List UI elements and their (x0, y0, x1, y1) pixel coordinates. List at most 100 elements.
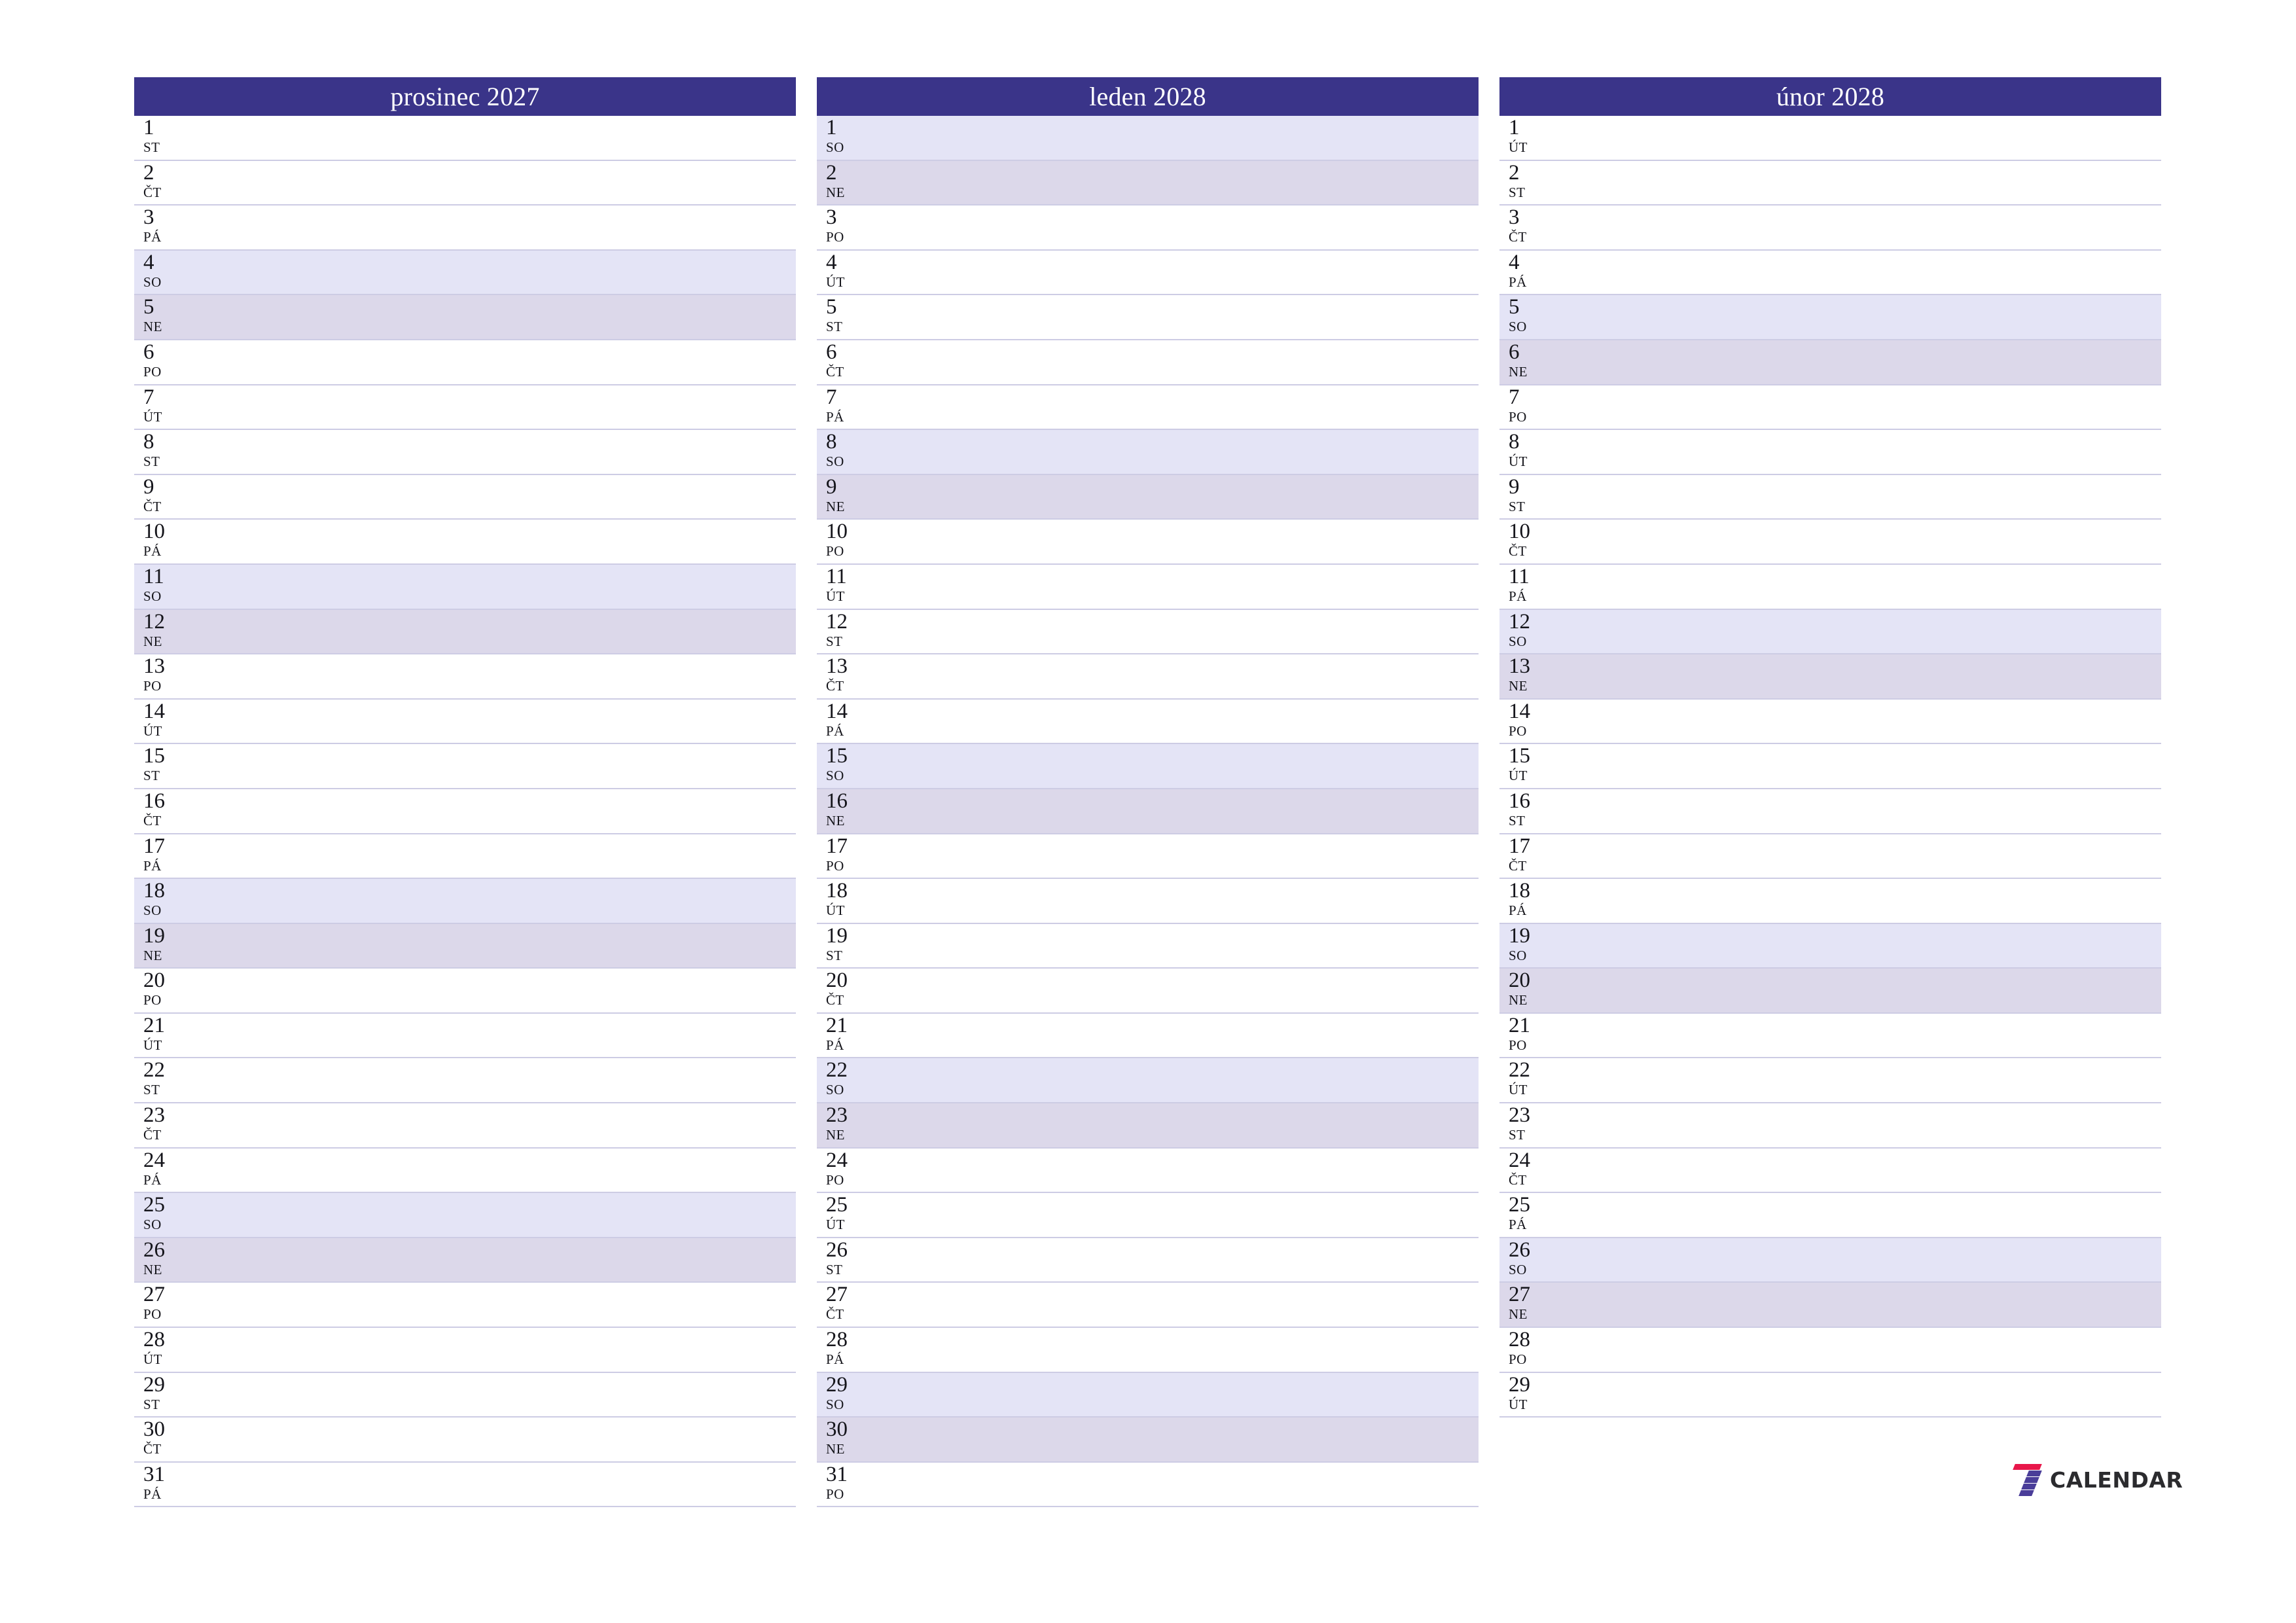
day-row[interactable]: 19 SO (1499, 923, 2161, 969)
day-number: 6 (826, 340, 837, 364)
day-row[interactable]: 16 ST (1499, 789, 2161, 834)
day-row[interactable]: 5 SO (1499, 295, 2161, 340)
day-row[interactable]: 18 PÁ (1499, 879, 2161, 924)
day-number: 19 (143, 923, 165, 948)
day-row[interactable]: 23 NE (817, 1103, 1479, 1149)
day-row[interactable]: 9 ST (1499, 474, 2161, 520)
day-row[interactable]: 21 ÚT (134, 1013, 796, 1059)
day-row[interactable]: 12 ST (817, 609, 1479, 655)
day-row[interactable]: 24 ČT (1499, 1148, 2161, 1194)
day-number: 8 (1509, 430, 1520, 454)
day-row[interactable]: 2 ČT (134, 160, 796, 206)
day-row[interactable]: 4 SO (134, 250, 796, 296)
day-row[interactable]: 15 ST (134, 744, 796, 789)
day-row[interactable]: 29 ÚT (1499, 1372, 2161, 1418)
day-row[interactable]: 14 ÚT (134, 699, 796, 745)
day-row[interactable]: 26 SO (1499, 1238, 2161, 1283)
day-row[interactable]: 20 ČT (817, 969, 1479, 1014)
day-row[interactable]: 9 ČT (134, 474, 796, 520)
day-row[interactable]: 27 NE (1499, 1283, 2161, 1329)
day-row[interactable]: 17 ČT (1499, 834, 2161, 880)
day-row[interactable]: 15 ÚT (1499, 744, 2161, 789)
day-row[interactable]: 1 ST (134, 116, 796, 161)
day-row[interactable]: 24 PO (817, 1148, 1479, 1194)
day-row[interactable]: 17 PÁ (134, 834, 796, 880)
day-number: 24 (826, 1148, 848, 1172)
day-row[interactable]: 4 PÁ (1499, 250, 2161, 296)
day-weekday: PO (143, 363, 162, 380)
day-row[interactable]: 11 PÁ (1499, 564, 2161, 610)
day-row[interactable]: 16 NE (817, 789, 1479, 834)
day-row[interactable]: 22 ÚT (1499, 1058, 2161, 1104)
day-row[interactable]: 18 SO (134, 879, 796, 924)
day-row[interactable]: 5 NE (134, 295, 796, 340)
day-row[interactable]: 6 NE (1499, 340, 2161, 385)
day-row[interactable]: 31 PO (817, 1462, 1479, 1508)
day-row[interactable]: 25 PÁ (1499, 1193, 2161, 1238)
day-row[interactable]: 7 ÚT (134, 385, 796, 431)
day-row[interactable]: 24 PÁ (134, 1148, 796, 1194)
day-row[interactable]: 11 SO (134, 564, 796, 610)
day-row[interactable]: 3 ČT (1499, 205, 2161, 251)
day-row[interactable]: 30 ČT (134, 1418, 796, 1463)
day-row[interactable]: 15 SO (817, 744, 1479, 789)
day-row[interactable]: 8 SO (817, 430, 1479, 475)
day-row[interactable]: 26 ST (817, 1238, 1479, 1283)
day-row[interactable]: 3 PÁ (134, 205, 796, 251)
day-row[interactable]: 14 PÁ (817, 699, 1479, 745)
day-row[interactable]: 19 NE (134, 923, 796, 969)
day-row[interactable]: 18 ÚT (817, 879, 1479, 924)
day-row[interactable]: 10 PÁ (134, 520, 796, 565)
day-row[interactable]: 29 ST (134, 1372, 796, 1418)
day-row[interactable]: 21 PO (1499, 1013, 2161, 1059)
day-number: 24 (143, 1148, 165, 1172)
day-row[interactable]: 27 PO (134, 1283, 796, 1329)
day-row[interactable]: 28 PO (1499, 1328, 2161, 1373)
day-row[interactable]: 22 ST (134, 1058, 796, 1104)
day-row[interactable]: 19 ST (817, 923, 1479, 969)
day-row[interactable]: 3 PO (817, 205, 1479, 251)
day-row[interactable]: 6 PO (134, 340, 796, 385)
day-weekday: NE (1509, 992, 1528, 1008)
day-row[interactable]: 23 ST (1499, 1103, 2161, 1149)
day-row[interactable]: 9 NE (817, 474, 1479, 520)
day-row[interactable]: 20 NE (1499, 969, 2161, 1014)
day-row[interactable]: 29 SO (817, 1372, 1479, 1418)
day-row[interactable]: 25 ÚT (817, 1193, 1479, 1238)
day-row[interactable]: 12 SO (1499, 609, 2161, 655)
day-row[interactable]: 4 ÚT (817, 250, 1479, 296)
day-row[interactable]: 2 ST (1499, 160, 2161, 206)
day-row[interactable]: 30 NE (817, 1418, 1479, 1463)
day-row[interactable]: 7 PÁ (817, 385, 1479, 431)
day-row[interactable]: 12 NE (134, 609, 796, 655)
day-row[interactable]: 8 ST (134, 430, 796, 475)
day-weekday: ST (143, 1082, 160, 1098)
day-row[interactable]: 31 PÁ (134, 1462, 796, 1508)
day-row[interactable]: 1 SO (817, 116, 1479, 161)
day-row[interactable]: 14 PO (1499, 699, 2161, 745)
day-row[interactable]: 2 NE (817, 160, 1479, 206)
day-row[interactable]: 28 PÁ (817, 1328, 1479, 1373)
day-row[interactable]: 28 ÚT (134, 1328, 796, 1373)
day-row[interactable]: 13 PO (134, 654, 796, 700)
day-row[interactable]: 27 ČT (817, 1283, 1479, 1329)
day-row[interactable]: 21 PÁ (817, 1013, 1479, 1059)
day-row[interactable]: 13 NE (1499, 654, 2161, 700)
day-row[interactable]: 8 ÚT (1499, 430, 2161, 475)
day-row[interactable]: 6 ČT (817, 340, 1479, 385)
day-row[interactable]: 20 PO (134, 969, 796, 1014)
day-row[interactable]: 10 PO (817, 520, 1479, 565)
day-row[interactable]: 25 SO (134, 1193, 796, 1238)
day-row[interactable]: 22 SO (817, 1058, 1479, 1104)
day-row[interactable]: 11 ÚT (817, 564, 1479, 610)
day-row[interactable]: 23 ČT (134, 1103, 796, 1149)
day-row[interactable]: 10 ČT (1499, 520, 2161, 565)
day-row[interactable]: 17 PO (817, 834, 1479, 880)
day-row[interactable]: 1 ÚT (1499, 116, 2161, 161)
day-row[interactable]: 7 PO (1499, 385, 2161, 431)
day-row[interactable]: 13 ČT (817, 654, 1479, 700)
day-row[interactable]: 26 NE (134, 1238, 796, 1283)
day-row[interactable]: 16 ČT (134, 789, 796, 834)
day-weekday: SO (826, 768, 844, 784)
day-row[interactable]: 5 ST (817, 295, 1479, 340)
